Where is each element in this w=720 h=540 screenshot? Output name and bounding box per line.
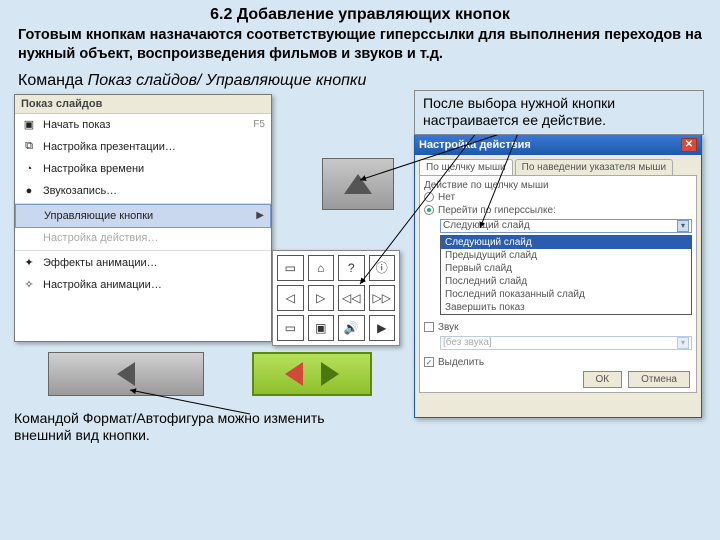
menu-item-anim-effects[interactable]: ✦ Эффекты анимации… — [15, 252, 271, 274]
dialog-body: Действие по щелчку мыши Нет Перейти по г… — [419, 175, 697, 393]
tab-on-click[interactable]: По щелчку мыши — [419, 159, 513, 175]
palette-home[interactable]: ⌂ — [308, 255, 335, 281]
menu-shortcut: F5 — [253, 119, 265, 130]
triangle-left-icon — [117, 362, 135, 386]
checkbox-icon — [424, 322, 434, 332]
menu-item-anim-setup[interactable]: ✧ Настройка анимации… — [15, 274, 271, 296]
checkbox-icon: ✓ — [424, 357, 434, 367]
intro-bold: Готовым кнопкам назначаются — [18, 27, 246, 43]
menu-title: Показ слайдов — [15, 95, 271, 114]
blank-icon — [21, 230, 37, 246]
dd-lastshown[interactable]: Последний показанный слайд — [441, 288, 691, 301]
dialog-title: Настройка действия — [419, 139, 531, 151]
menu-item-action-setup: Настройка действия… — [15, 227, 271, 249]
palette-forward[interactable]: ▷ — [308, 285, 335, 311]
radio-label: Нет — [438, 192, 455, 203]
checkbox-highlight[interactable]: ✓ Выделить — [424, 356, 692, 369]
menu-label: Начать показ — [43, 119, 247, 131]
command-prefix: Команда — [18, 72, 88, 89]
dd-last[interactable]: Последний слайд — [441, 275, 691, 288]
palette-last[interactable]: ▷▷ — [369, 285, 396, 311]
menu-item-action-buttons[interactable]: Управляющие кнопки ▶ — [15, 204, 271, 228]
menu-item-setup[interactable]: ⧉ Настройка презентации… — [15, 136, 271, 158]
blank-icon — [22, 208, 38, 224]
palette-return[interactable]: ▣ — [308, 315, 335, 341]
monitor-icon: ▣ — [21, 117, 37, 133]
dd-end[interactable]: Завершить показ — [441, 301, 691, 314]
palette-back[interactable]: ◁ — [277, 285, 304, 311]
star-outline-icon: ✧ — [21, 277, 37, 293]
chevron-down-icon: ▾ — [677, 220, 689, 232]
combo-value: [без звука] — [443, 337, 492, 348]
checkbox-label: Звук — [438, 322, 459, 333]
menu-label: Управляющие кнопки — [44, 210, 250, 222]
slide-heading: 6.2 Добавление управляющих кнопок — [0, 0, 720, 26]
hyperlink-dropdown: Следующий слайд Предыдущий слайд Первый … — [440, 235, 692, 315]
triangle-left-red-icon — [285, 362, 303, 386]
cancel-button[interactable]: Отмена — [628, 371, 690, 388]
chevron-down-icon: ▾ — [677, 337, 689, 349]
sound-combo: [без звука] ▾ — [440, 336, 692, 350]
menu-label: Настройка презентации… — [43, 141, 265, 153]
intro-text: Готовым кнопкам назначаются соответствую… — [0, 26, 720, 70]
radio-icon — [424, 205, 434, 215]
slideshow-menu: Показ слайдов ▣ Начать показ F5 ⧉ Настро… — [14, 94, 272, 342]
close-button[interactable]: ✕ — [681, 138, 697, 152]
radio-hyperlink[interactable]: Перейти по гиперссылке: — [424, 204, 692, 217]
dd-next[interactable]: Следующий слайд — [441, 236, 691, 249]
setup-icon: ⧉ — [21, 139, 37, 155]
palette-help[interactable]: ? — [338, 255, 365, 281]
menu-item-timing[interactable]: ◔ Настройка времени — [15, 158, 271, 180]
star-icon: ✦ — [21, 255, 37, 271]
dialog-titlebar: Настройка действия ✕ — [415, 135, 701, 155]
radio-icon — [424, 192, 434, 202]
action-button-palette: ▭ ⌂ ? ⓘ ◁ ▷ ◁◁ ▷▷ ▭ ▣ 🔊 ▶ — [272, 250, 400, 346]
dd-prev[interactable]: Предыдущий слайд — [441, 249, 691, 262]
menu-separator — [15, 250, 271, 251]
note-bottom: Командой Формат/Автофигура можно изменит… — [14, 410, 334, 445]
palette-sound[interactable]: 🔊 — [338, 315, 365, 341]
sample-button-back[interactable] — [48, 352, 204, 396]
menu-item-record[interactable]: ● Звукозапись… — [15, 180, 271, 202]
dd-first[interactable]: Первый слайд — [441, 262, 691, 275]
dialog-buttons: ОК Отмена — [583, 371, 691, 388]
hyperlink-combo[interactable]: Следующий слайд ▾ — [440, 219, 692, 233]
combo-value: Следующий слайд — [443, 220, 530, 231]
palette-info[interactable]: ⓘ — [369, 255, 396, 281]
callout-top: После выбора нужной кнопки настраивается… — [414, 90, 704, 135]
menu-label: Настройка анимации… — [43, 279, 265, 291]
dialog-tabs: По щелчку мыши По наведении указателя мы… — [415, 155, 701, 175]
sample-button-green[interactable] — [252, 352, 372, 396]
submenu-arrow-icon: ▶ — [256, 210, 264, 221]
record-icon: ● — [21, 183, 37, 199]
checkbox-sound[interactable]: Звук — [424, 321, 692, 334]
action-settings-dialog: Настройка действия ✕ По щелчку мыши По н… — [414, 134, 702, 418]
palette-doc[interactable]: ▭ — [277, 315, 304, 341]
checkbox-label: Выделить — [438, 357, 484, 368]
section-label: Действие по щелчку мыши — [424, 180, 692, 191]
menu-label: Настройка действия… — [43, 232, 265, 244]
palette-first[interactable]: ◁◁ — [338, 285, 365, 311]
command-path: Показ слайдов/ Управляющие кнопки — [88, 72, 367, 89]
palette-movie[interactable]: ▶ — [369, 315, 396, 341]
triangle-right-green-icon — [321, 362, 339, 386]
tab-on-hover[interactable]: По наведении указателя мыши — [515, 159, 673, 175]
radio-none[interactable]: Нет — [424, 191, 692, 204]
menu-label: Эффекты анимации… — [43, 257, 265, 269]
main-area: Показ слайдов ▣ Начать показ F5 ⧉ Настро… — [0, 94, 720, 464]
menu-item-start[interactable]: ▣ Начать показ F5 — [15, 114, 271, 136]
radio-label: Перейти по гиперссылке: — [438, 205, 556, 216]
sample-button-up[interactable] — [322, 158, 394, 210]
ok-button[interactable]: ОК — [583, 371, 623, 388]
menu-label: Звукозапись… — [43, 185, 265, 197]
clock-icon: ◔ — [21, 161, 37, 177]
triangle-up-icon — [344, 174, 372, 194]
palette-custom[interactable]: ▭ — [277, 255, 304, 281]
menu-label: Настройка времени — [43, 163, 265, 175]
